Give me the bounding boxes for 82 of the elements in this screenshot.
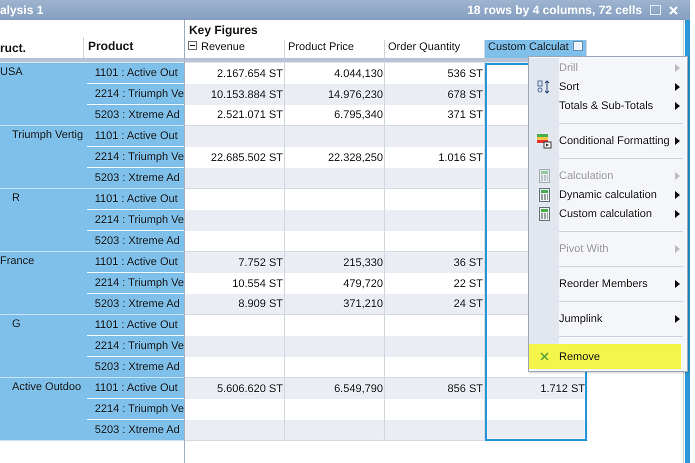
table-cell: 2.521.071 ST (216, 109, 283, 121)
table-cell: 4.044,130 (334, 68, 383, 80)
menu-item[interactable]: Totals & Sub-Totals (529, 96, 687, 115)
row-header: 5203 : Xtreme Ad (94, 298, 180, 310)
table-cell: 10.153.884 ST (210, 88, 283, 100)
table-cell: 8.909 ST (238, 298, 283, 310)
submenu-arrow-icon (675, 172, 680, 180)
menu-item[interactable]: Dynamic calculation (529, 185, 687, 204)
row-header: G (11, 318, 21, 330)
row-header: 2214 : Triumph Ve (94, 88, 184, 100)
column-header: ruct. (0, 41, 28, 57)
row-header: 2214 : Triumph Ve (94, 151, 184, 163)
row-header: 1101 : Active Out (94, 256, 178, 268)
row-header: 2214 : Triumph Ve (94, 340, 184, 352)
table-cell: 5.606.620 ST (216, 382, 283, 394)
row-header: 5203 : Xtreme Ad (94, 172, 180, 184)
menu-item[interactable]: Sort (529, 77, 687, 96)
table-cell: 7.752 ST (238, 256, 283, 268)
submenu-arrow-icon (675, 244, 680, 252)
remove-icon (540, 352, 548, 361)
table-cell: 215,330 (343, 256, 383, 268)
collapse-icon[interactable] (188, 41, 197, 50)
table-cell: 1.016 ST (438, 152, 483, 164)
submenu-arrow-icon (675, 314, 680, 322)
group-header: Key Figures (188, 22, 259, 39)
row-header: 5203 : Xtreme Ad (94, 361, 180, 373)
table-cell: 479,720 (343, 278, 383, 290)
row-header: 1101 : Active Out (94, 130, 178, 142)
table-cell: 14.976,230 (328, 88, 383, 100)
menu-item[interactable]: Conditional Formatting (529, 131, 687, 150)
sort-icon (537, 80, 551, 94)
row-header: 1101 : Active Out (94, 193, 178, 205)
row-header: 1101 : Active Out (94, 319, 178, 331)
table-summary: 18 rows by 4 columns, 72 cells (467, 3, 642, 17)
row-header: R (11, 192, 20, 204)
row-header: 1101 : Active Out (94, 67, 178, 79)
table-cell: 22.328,250 (328, 152, 383, 164)
menu-item[interactable]: Jumplink (529, 309, 687, 328)
table-cell: 22 ST (454, 278, 483, 290)
menu-item[interactable]: Remove (529, 344, 681, 369)
calculator-icon (538, 206, 550, 220)
table-cell: 24 ST (454, 298, 483, 310)
maximize-icon[interactable] (650, 5, 661, 15)
table-cell: 36 ST (454, 256, 483, 268)
submenu-arrow-icon (675, 136, 680, 144)
table-cell: 536 ST (448, 68, 483, 80)
column-header[interactable]: Custom Calculat (485, 40, 587, 58)
row-header: Triumph Vertig (11, 129, 84, 141)
table-cell: 22.685.502 ST (210, 152, 283, 164)
row-header: 1101 : Active Out (94, 382, 178, 394)
close-icon[interactable] (669, 6, 678, 14)
menu-item[interactable]: Custom calculation (529, 204, 687, 223)
row-header: 2214 : Triumph Ve (94, 277, 184, 289)
formatting-icon (536, 132, 552, 148)
table-cell: 678 ST (448, 88, 483, 100)
submenu-arrow-icon (675, 190, 680, 198)
submenu-arrow-icon (675, 102, 680, 110)
table-cell: 856 ST (448, 382, 483, 394)
calculator-icon (538, 168, 550, 182)
row-header: 5203 : Xtreme Ad (94, 109, 180, 121)
submenu-arrow-icon (675, 280, 680, 288)
row-header: France (0, 255, 34, 267)
table-cell: 2.167.654 ST (216, 68, 283, 80)
submenu-arrow-icon (675, 82, 680, 90)
table-cell: 371,210 (343, 298, 383, 310)
calculator-icon (538, 188, 550, 202)
submenu-arrow-icon (675, 64, 680, 72)
menu-item[interactable]: Reorder Members (529, 274, 687, 293)
window-title: alysis 1 (0, 3, 44, 17)
row-header: 2214 : Triumph Ve (94, 214, 184, 226)
table-cell: 1.712 ST (540, 382, 585, 394)
row-header: 5203 : Xtreme Ad (94, 424, 180, 436)
row-header: Active Outdoo (11, 381, 82, 393)
table-cell: 10.554 ST (232, 278, 283, 290)
row-header: 5203 : Xtreme Ad (94, 235, 180, 247)
table-cell: 6.795,340 (334, 109, 383, 121)
table-cell: 371 ST (448, 109, 483, 121)
submenu-arrow-icon (675, 210, 680, 218)
row-header: 2214 : Triumph Ve (94, 403, 184, 415)
row-header: USA (0, 66, 23, 78)
box-icon[interactable] (572, 41, 583, 51)
table-cell: 6.549,790 (334, 382, 383, 394)
